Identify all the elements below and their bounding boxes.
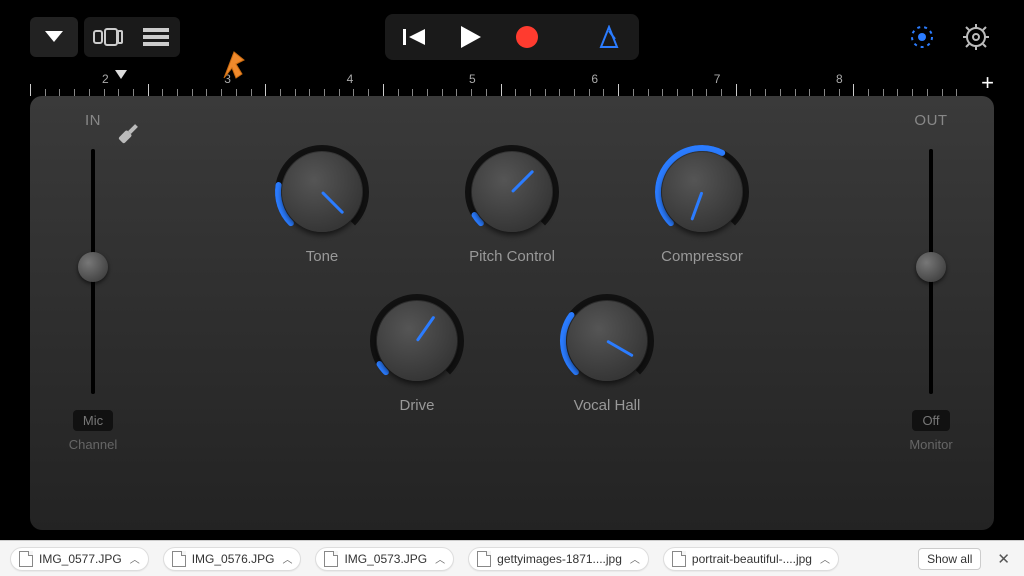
download-filename: IMG_0573.JPG xyxy=(344,552,427,566)
knob-dial[interactable] xyxy=(371,295,463,387)
app-window: 2345678 + IN Mic Channel OUT xyxy=(0,0,1024,540)
out-label: OUT xyxy=(886,112,976,129)
loop-fx-button[interactable] xyxy=(904,19,940,55)
show-all-downloads-button[interactable]: Show all xyxy=(918,548,981,570)
play-icon xyxy=(461,26,481,48)
knob-tone: Tone xyxy=(262,146,382,265)
browser-icon xyxy=(93,27,123,47)
input-column: IN Mic Channel xyxy=(48,112,138,514)
knob-row-top: Tone Pitch Control Compressor xyxy=(160,146,864,265)
record-button[interactable] xyxy=(501,18,553,56)
download-item[interactable]: IMG_0576.JPG ︿ xyxy=(163,547,302,571)
view-toggle-group xyxy=(84,17,180,57)
knob-area: Tone Pitch Control Compressor Drive Vocal H… xyxy=(160,146,864,510)
download-filename: gettyimages-1871....jpg xyxy=(497,552,622,566)
transport-controls xyxy=(385,14,639,60)
add-track-button[interactable]: + xyxy=(971,70,994,96)
knob-pitch-control: Pitch Control xyxy=(452,146,572,265)
toolbar-right xyxy=(904,19,994,55)
knob-vocal-hall: Vocal Hall xyxy=(547,295,667,414)
browser-view-button[interactable] xyxy=(84,17,132,57)
download-menu-caret[interactable]: ︿ xyxy=(630,551,640,566)
chevron-down-icon xyxy=(45,31,63,43)
file-icon xyxy=(19,551,33,567)
download-item[interactable]: IMG_0573.JPG ︿ xyxy=(315,547,454,571)
download-item[interactable]: portrait-beautiful-....jpg ︿ xyxy=(663,547,839,571)
download-menu-caret[interactable]: ︿ xyxy=(820,551,830,566)
download-filename: portrait-beautiful-....jpg xyxy=(692,552,812,566)
knob-drive: Drive xyxy=(357,295,477,414)
knob-compressor: Compressor xyxy=(642,146,762,265)
download-item[interactable]: gettyimages-1871....jpg ︿ xyxy=(468,547,649,571)
download-menu-caret[interactable]: ︿ xyxy=(130,551,140,566)
top-toolbar xyxy=(0,14,1024,60)
output-level-slider[interactable] xyxy=(929,149,933,394)
metronome-icon xyxy=(597,25,621,49)
track-settings-button[interactable] xyxy=(30,17,78,57)
tracks-view-button[interactable] xyxy=(132,17,180,57)
knob-dial[interactable] xyxy=(276,146,368,238)
file-icon xyxy=(324,551,338,567)
tracks-icon xyxy=(143,28,169,46)
timeline-ruler[interactable]: 2345678 + xyxy=(30,66,994,96)
knob-dial[interactable] xyxy=(656,146,748,238)
settings-button[interactable] xyxy=(958,19,994,55)
monitor-toggle-button[interactable]: Off xyxy=(912,410,949,431)
record-icon xyxy=(515,25,539,49)
playhead-marker[interactable] xyxy=(115,70,127,79)
rewind-button[interactable] xyxy=(389,18,441,56)
channel-label: Channel xyxy=(48,437,138,452)
close-downloads-bar-button[interactable]: ✕ xyxy=(993,550,1014,568)
output-slider-thumb[interactable] xyxy=(916,252,946,282)
instrument-panel: IN Mic Channel OUT Off Monitor Tone Pitch… xyxy=(30,96,994,530)
knob-dial[interactable] xyxy=(561,295,653,387)
knob-label: Pitch Control xyxy=(469,248,555,265)
input-slider-thumb[interactable] xyxy=(78,252,108,282)
download-filename: IMG_0576.JPG xyxy=(192,552,275,566)
knob-label: Drive xyxy=(399,397,434,414)
output-column: OUT Off Monitor xyxy=(886,112,976,514)
audio-jack-icon xyxy=(114,120,142,153)
knob-label: Tone xyxy=(306,248,339,265)
play-button[interactable] xyxy=(445,18,497,56)
download-filename: IMG_0577.JPG xyxy=(39,552,122,566)
file-icon xyxy=(477,551,491,567)
knob-dial[interactable] xyxy=(466,146,558,238)
file-icon xyxy=(672,551,686,567)
monitor-label: Monitor xyxy=(886,437,976,452)
knob-label: Vocal Hall xyxy=(574,397,641,414)
input-source-button[interactable]: Mic xyxy=(73,410,113,431)
input-level-slider[interactable] xyxy=(91,149,95,394)
ruler-scale[interactable]: 2345678 xyxy=(30,72,971,96)
download-item[interactable]: IMG_0577.JPG ︿ xyxy=(10,547,149,571)
download-menu-caret[interactable]: ︿ xyxy=(282,551,292,566)
metronome-button[interactable] xyxy=(583,18,635,56)
rewind-icon xyxy=(403,27,427,47)
gear-icon xyxy=(962,23,990,51)
download-menu-caret[interactable]: ︿ xyxy=(435,551,445,566)
file-icon xyxy=(172,551,186,567)
knob-label: Compressor xyxy=(661,248,743,265)
dial-icon xyxy=(908,23,936,51)
downloads-bar: IMG_0577.JPG︿IMG_0576.JPG︿IMG_0573.JPG︿g… xyxy=(0,540,1024,576)
knob-row-bottom: Drive Vocal Hall xyxy=(160,295,864,414)
